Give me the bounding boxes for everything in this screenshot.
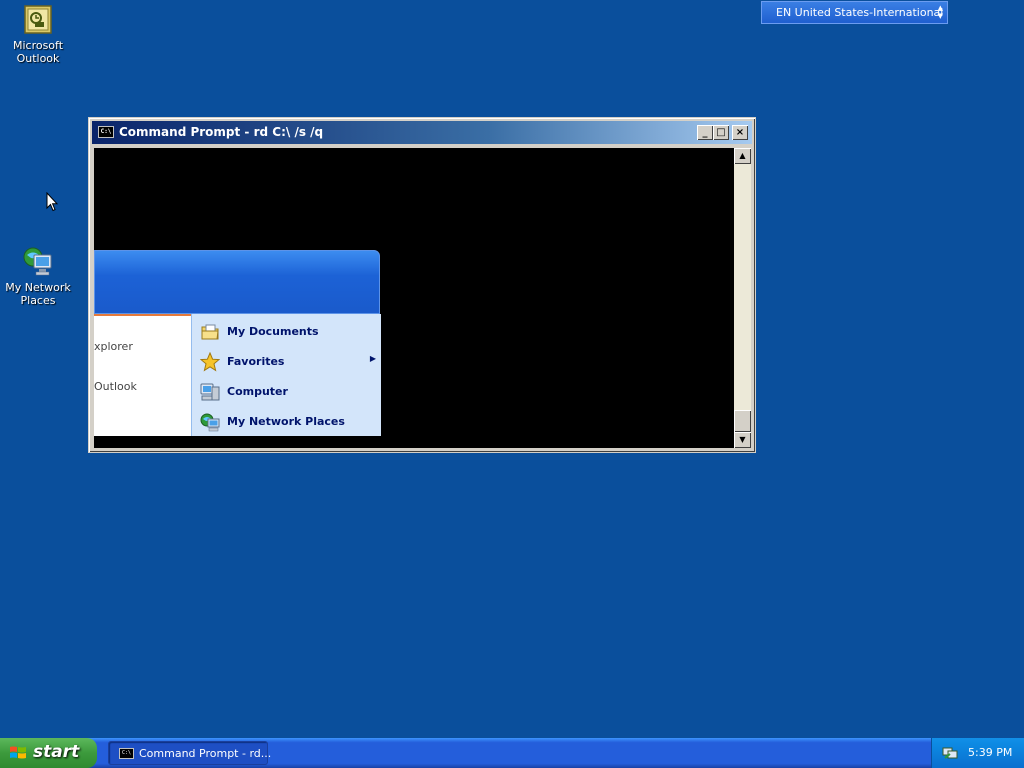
desktop-icon-microsoft-outlook[interactable]: Microsoft Outlook [0, 4, 76, 65]
maximize-icon: □ [716, 127, 726, 138]
start-label: start [33, 742, 80, 762]
minimize-button[interactable]: _ [697, 125, 713, 140]
command-prompt-icon: C:\ [119, 748, 134, 759]
clock[interactable]: 5:39 PM [968, 746, 1012, 759]
desktop-icon-my-network-places[interactable]: My Network Places [0, 246, 76, 307]
vertical-scrollbar[interactable]: ▲ ▼ [734, 148, 751, 448]
console-output-area[interactable]: xplorer Outlook My Documents Favorites ▶… [94, 148, 734, 448]
scroll-up-button[interactable]: ▲ [734, 148, 751, 164]
language-bar[interactable]: EN United States-International ▲ ▼ [761, 1, 948, 24]
start-menu-item-computer[interactable]: Computer [200, 380, 376, 404]
start-menu-program-item[interactable]: xplorer [94, 340, 133, 353]
start-menu-item-label: Computer [227, 385, 288, 398]
start-menu-render-artifact: xplorer Outlook My Documents Favorites ▶… [94, 250, 381, 436]
outlook-icon [22, 4, 54, 36]
network-places-icon [200, 412, 220, 432]
system-tray[interactable]: 5:39 PM [931, 738, 1024, 768]
start-menu-item-my-documents[interactable]: My Documents [200, 320, 376, 344]
start-menu-places-pane: My Documents Favorites ▶ Computer My Net… [191, 314, 381, 436]
scroll-down-arrow-icon: ▼ [739, 435, 746, 444]
start-menu-item-label: My Documents [227, 325, 319, 338]
close-button[interactable]: × [732, 125, 748, 140]
favorites-star-icon [199, 351, 221, 372]
my-documents-icon [200, 322, 220, 342]
minimize-icon: _ [702, 127, 708, 138]
scroll-down-button[interactable]: ▼ [734, 432, 751, 448]
start-button[interactable]: start [0, 738, 97, 768]
taskbar-button-command-prompt[interactable]: C:\ Command Prompt - rd... [108, 741, 272, 765]
start-menu-item-my-network-places[interactable]: My Network Places [200, 410, 376, 434]
desktop-icon-label: My Network [5, 281, 71, 294]
scroll-up-arrow-icon: ▲ [739, 151, 746, 160]
network-connection-icon[interactable] [942, 745, 958, 761]
submenu-arrow-icon: ▶ [369, 354, 376, 363]
taskbar[interactable]: start C:\ Command Prompt - rd... 5:39 PM [0, 738, 1024, 768]
desktop[interactable]: Microsoft Outlook My Network Places EN U… [0, 0, 1024, 738]
start-menu-header [94, 250, 380, 314]
start-menu-item-label: Favorites [227, 355, 285, 368]
windows-logo-icon [9, 745, 27, 761]
desktop-icon-label: Outlook [16, 52, 60, 65]
window-title: Command Prompt - rd C:\ /s /q [119, 125, 324, 139]
language-bar-options-icon[interactable]: ▲ ▼ [938, 4, 943, 20]
close-icon: × [735, 127, 745, 138]
desktop-icon-label: Places [20, 294, 56, 307]
command-prompt-icon[interactable]: C:\ [98, 126, 114, 138]
start-menu-programs-pane: xplorer Outlook [94, 314, 191, 436]
start-menu-program-item[interactable]: Outlook [94, 380, 137, 393]
command-prompt-window[interactable]: C:\ Command Prompt - rd C:\ /s /q _ □ × … [88, 117, 756, 453]
mouse-pointer-icon [46, 191, 59, 212]
maximize-button[interactable]: □ [713, 125, 729, 140]
scrollbar-thumb[interactable] [734, 410, 751, 432]
language-label[interactable]: EN United States-International [776, 6, 943, 19]
computer-icon [200, 382, 220, 402]
window-title-bar[interactable]: C:\ Command Prompt - rd C:\ /s /q _ □ × [92, 121, 752, 144]
taskbar-button-label: Command Prompt - rd... [139, 747, 272, 760]
start-menu-item-favorites[interactable]: Favorites ▶ [199, 350, 376, 374]
network-places-icon [22, 246, 54, 278]
start-menu-item-label: My Network Places [227, 415, 345, 428]
desktop-icon-label: Microsoft [12, 39, 64, 52]
